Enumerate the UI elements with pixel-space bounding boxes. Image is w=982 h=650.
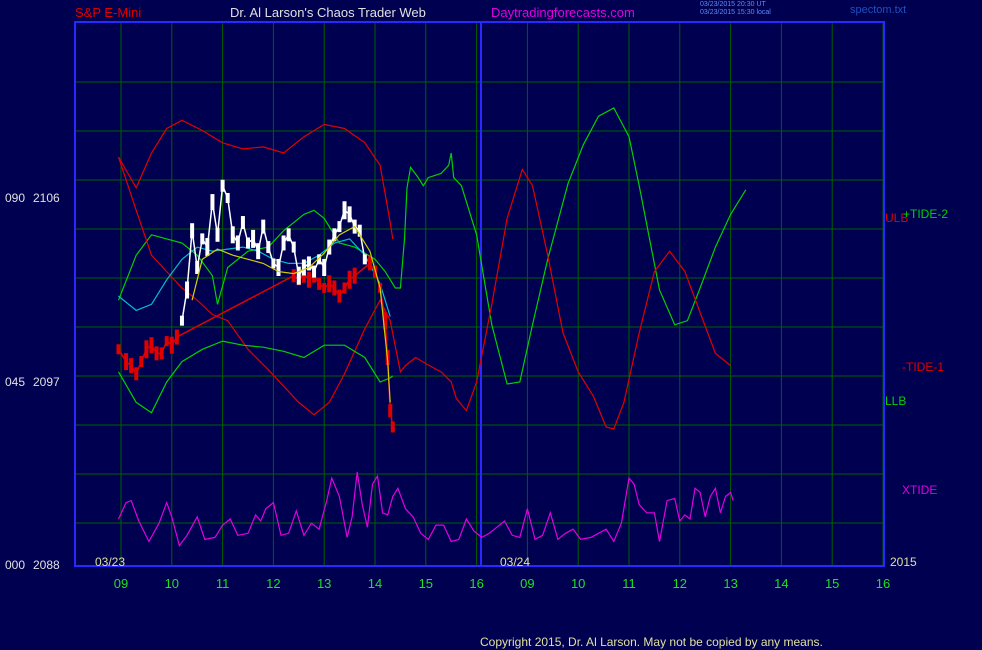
legend-llb: LLB	[885, 394, 907, 408]
y-right-label-bottom: 2088	[33, 558, 60, 572]
x-tick-label: 16	[469, 576, 483, 591]
y-left-label-top: 090	[5, 191, 26, 205]
x-tick-label: 10	[571, 576, 585, 591]
y-right-label-top: 2106	[33, 191, 60, 205]
line-tide-2	[117, 107, 747, 385]
chaos-chart: 09 10 11 12 13 14 15 16 09 10 11 12 13 14 15 16	[74, 21, 890, 591]
timestamp-local: 03/23/2015 15:30 local	[700, 9, 771, 16]
copyright-text: Copyright 2015, Dr. Al Larson. May not b…	[480, 635, 823, 649]
x-tick-label: 14	[368, 576, 382, 591]
x-tick-labels: 09 10 11 12 13 14 15 16 09 10 11 12 13 14 15 16	[114, 576, 890, 591]
timestamp-ut: 03/23/2015 20:30 UT	[700, 1, 766, 8]
date-label-day2: 03/24	[500, 555, 531, 569]
x-tick-label: 15	[419, 576, 433, 591]
grid-lines	[75, 22, 884, 566]
x-tick-label: 11	[216, 576, 230, 591]
date-label-day1: 03/23	[95, 555, 126, 569]
x-tick-label: 11	[622, 576, 636, 591]
series-price-red	[116, 256, 395, 433]
file-label: spectom.txt	[850, 4, 907, 16]
x-tick-label: 14	[774, 576, 788, 591]
x-tick-label: 09	[520, 576, 534, 591]
trace-price-red	[117, 262, 394, 428]
legend-tide1: -TIDE-1	[902, 360, 944, 374]
x-tick-label: 13	[317, 576, 331, 591]
x-tick-label: 12	[673, 576, 687, 591]
year-label: 2015	[890, 555, 917, 569]
line-tide-1	[117, 156, 731, 430]
legend-tide2: +TIDE-2	[903, 207, 949, 221]
instrument-label: S&P E-Mini	[75, 5, 142, 20]
y-left-label-mid: 045	[5, 375, 26, 389]
y-right-label-mid: 2097	[33, 375, 60, 389]
x-tick-label: 15	[825, 576, 839, 591]
x-tick-label: 16	[876, 576, 890, 591]
site-link[interactable]: Daytradingforecasts.com	[491, 5, 635, 20]
x-tick-label: 09	[114, 576, 128, 591]
legend-xtide: XTIDE	[902, 483, 938, 497]
x-tick-label: 12	[266, 576, 280, 591]
x-tick-label: 10	[165, 576, 179, 591]
x-tick-label: 13	[723, 576, 737, 591]
y-left-label-bottom: 000	[5, 558, 26, 572]
page-title: Dr. Al Larson's Chaos Trader Web	[230, 5, 426, 20]
series-tide-2	[117, 107, 747, 385]
plot-frame	[74, 21, 885, 567]
series-tide-1	[117, 156, 731, 430]
